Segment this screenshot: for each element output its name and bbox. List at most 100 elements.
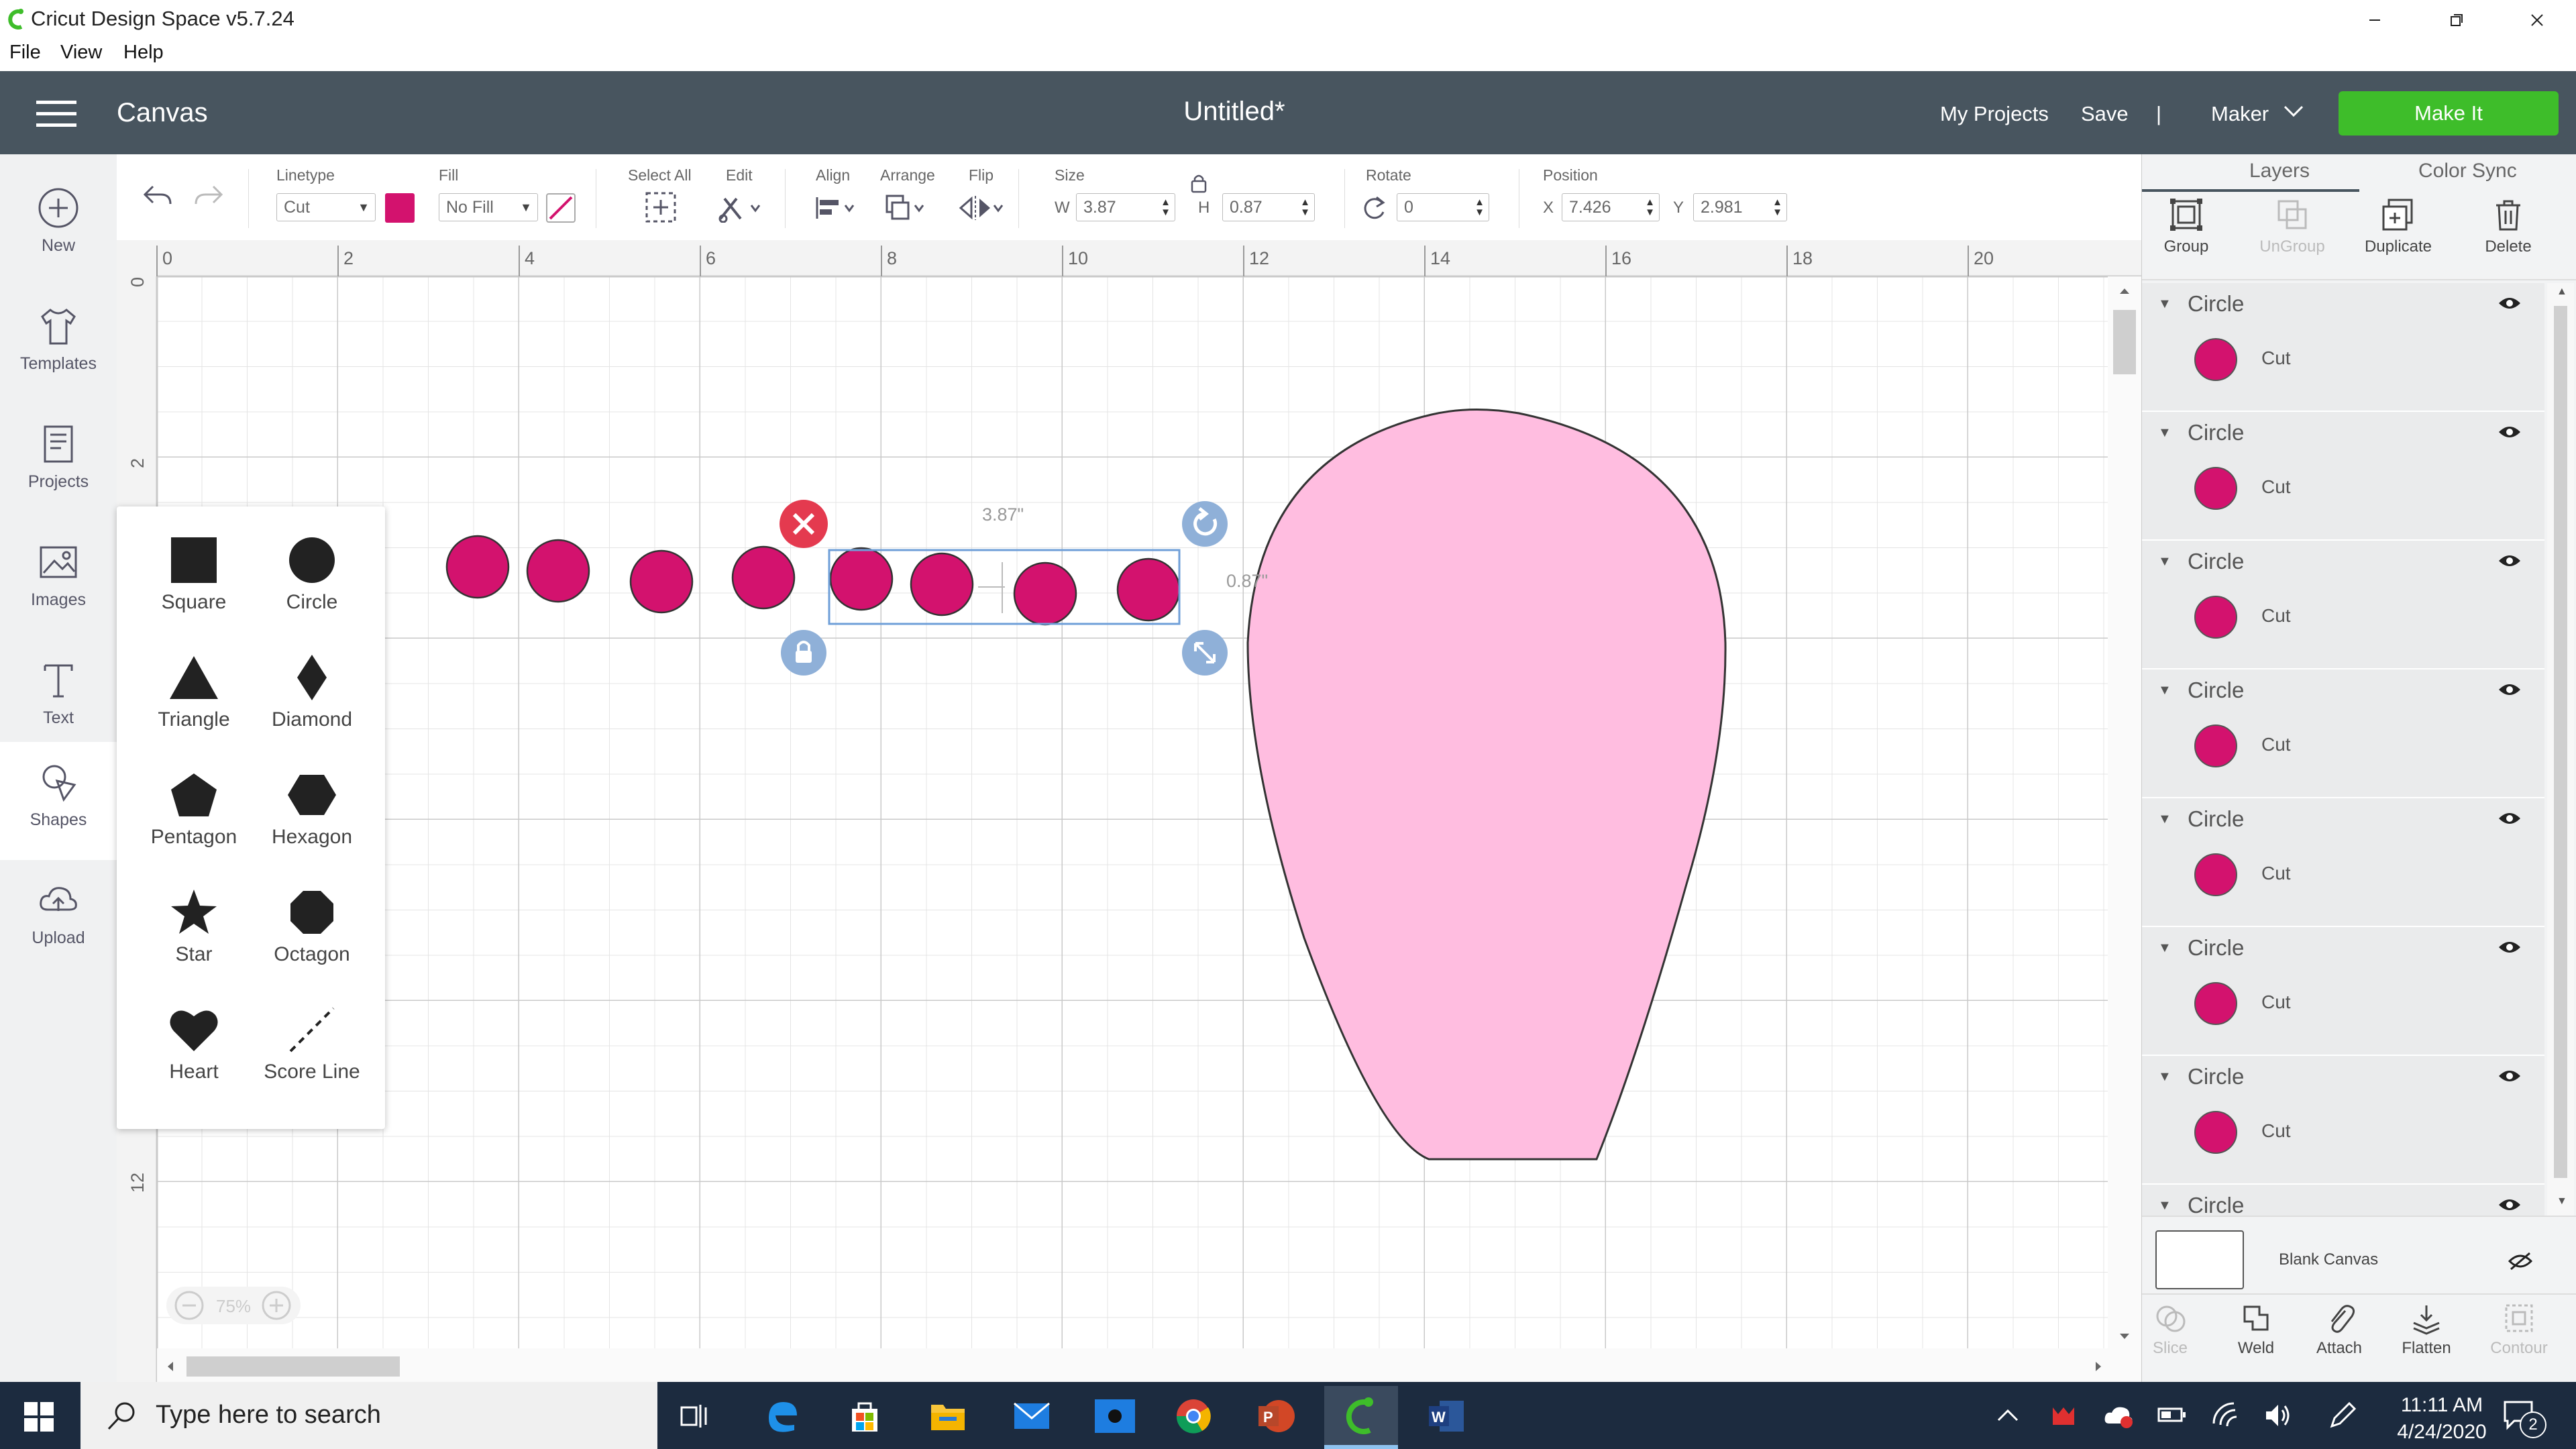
clock-date[interactable]: 4/24/2020: [2375, 1421, 2509, 1444]
size-w-input[interactable]: 3.87 ▲ ▼: [1076, 193, 1175, 221]
linetype-color-swatch[interactable]: [385, 193, 415, 223]
shape-square[interactable]: Square: [137, 533, 251, 647]
volume-icon[interactable]: [2263, 1402, 2293, 1429]
contour-button[interactable]: Contour: [2479, 1301, 2559, 1358]
shape-circle[interactable]: Circle: [255, 533, 369, 647]
pen-icon[interactable]: [2328, 1401, 2357, 1430]
eye-icon[interactable]: [2498, 1068, 2522, 1084]
eye-icon[interactable]: [2498, 1197, 2522, 1213]
layer-item[interactable]: ▼ Circle Cut: [2142, 541, 2544, 669]
menu-view[interactable]: View: [60, 42, 102, 64]
stepper-icon[interactable]: ▲ ▼: [1772, 197, 1782, 217]
file-explorer-icon[interactable]: [930, 1399, 966, 1433]
size-h-input[interactable]: 0.87 ▲ ▼: [1222, 193, 1315, 221]
layer-item[interactable]: ▼ Circle Cut: [2142, 412, 2544, 541]
layer-item[interactable]: ▼ Circle Cut: [2142, 798, 2544, 927]
circle-shape[interactable]: [445, 535, 510, 599]
word-icon[interactable]: W: [1428, 1398, 1465, 1434]
nav-text[interactable]: Text: [0, 640, 117, 758]
make-it-button[interactable]: Make It: [2339, 91, 2559, 136]
pos-x-input[interactable]: 7.426 ▲ ▼: [1562, 193, 1660, 221]
taskbar-search-box[interactable]: Type here to search: [80, 1382, 657, 1449]
eye-icon[interactable]: [2498, 810, 2522, 826]
mail-icon[interactable]: [1013, 1402, 1051, 1430]
stepper-icon[interactable]: ▲ ▼: [1474, 197, 1485, 217]
menu-help[interactable]: Help: [123, 42, 164, 64]
collapse-caret-icon[interactable]: ▼: [2158, 812, 2171, 827]
lock-handle-icon[interactable]: [781, 630, 826, 676]
nav-new[interactable]: New: [0, 168, 117, 286]
layer-item[interactable]: ▼ Circle Cut: [2142, 669, 2544, 798]
shape-heart[interactable]: Heart: [137, 1003, 251, 1117]
eye-icon[interactable]: [2498, 295, 2522, 311]
shape-score-line[interactable]: Score Line: [255, 1003, 369, 1117]
collapse-caret-icon[interactable]: ▼: [2158, 1198, 2171, 1214]
store-icon[interactable]: [847, 1398, 883, 1434]
stepper-icon[interactable]: ▲ ▼: [1300, 197, 1310, 217]
circle-shape[interactable]: [731, 545, 796, 610]
circle-shape[interactable]: [526, 539, 590, 603]
duplicate-button[interactable]: Duplicate: [2358, 196, 2438, 256]
nav-shapes[interactable]: Shapes: [0, 742, 117, 860]
circle-shape[interactable]: [829, 547, 894, 611]
hamburger-menu-icon[interactable]: [36, 101, 76, 127]
layer-color-swatch[interactable]: [2194, 982, 2237, 1025]
minimize-button[interactable]: [2355, 4, 2395, 36]
battery-icon[interactable]: [2157, 1405, 2187, 1425]
undo-icon[interactable]: [141, 181, 174, 211]
save-button[interactable]: Save: [2081, 102, 2129, 126]
layer-color-swatch[interactable]: [2194, 853, 2237, 896]
cricut-taskbar-button[interactable]: [1324, 1386, 1398, 1449]
layer-item[interactable]: ▼ Circle Cut: [2142, 927, 2544, 1056]
layer-color-swatch[interactable]: [2194, 724, 2237, 767]
chrome-icon[interactable]: [1175, 1398, 1212, 1434]
tab-color-sync[interactable]: Color Sync: [2418, 160, 2517, 182]
circle-shape[interactable]: [1013, 561, 1077, 626]
collapse-caret-icon[interactable]: ▼: [2158, 425, 2171, 441]
weld-button[interactable]: Weld: [2216, 1301, 2296, 1358]
eye-hidden-icon[interactable]: [2507, 1252, 2534, 1271]
layer-color-swatch[interactable]: [2194, 338, 2237, 381]
clock-time[interactable]: 11:11 AM: [2375, 1394, 2509, 1417]
layer-item[interactable]: ▼ Circle Cut: [2142, 1056, 2544, 1185]
eye-icon[interactable]: [2498, 939, 2522, 955]
nav-projects[interactable]: Projects: [0, 404, 117, 522]
circle-shape[interactable]: [1116, 557, 1181, 622]
ungroup-button[interactable]: UnGroup: [2252, 196, 2332, 256]
slice-button[interactable]: Slice: [2130, 1301, 2210, 1358]
circle-shape[interactable]: [629, 549, 694, 614]
nav-images[interactable]: Images: [0, 522, 117, 640]
eye-icon[interactable]: [2498, 682, 2522, 698]
tab-layers[interactable]: Layers: [2249, 160, 2310, 182]
collapse-caret-icon[interactable]: ▼: [2158, 1069, 2171, 1085]
collapse-caret-icon[interactable]: ▼: [2158, 554, 2171, 570]
circle-shape[interactable]: [910, 552, 974, 616]
menu-file[interactable]: File: [9, 42, 41, 64]
stepper-icon[interactable]: ▲ ▼: [1645, 197, 1655, 217]
resize-handle-icon[interactable]: [1182, 630, 1228, 676]
restore-button[interactable]: [2436, 4, 2477, 36]
rotate-input[interactable]: 0 ▲ ▼: [1397, 193, 1489, 221]
shape-octagon[interactable]: Octagon: [255, 885, 369, 1000]
shape-hexagon[interactable]: Hexagon: [255, 768, 369, 882]
shape-triangle[interactable]: Triangle: [137, 651, 251, 765]
linetype-select[interactable]: Cut ▼: [276, 193, 376, 221]
edit-tools-icon[interactable]: [716, 192, 763, 223]
vertical-scrollbar[interactable]: [2113, 310, 2136, 374]
attach-button[interactable]: Attach: [2299, 1301, 2379, 1358]
nav-upload[interactable]: Upload: [0, 860, 117, 978]
align-icon[interactable]: [814, 193, 861, 223]
tray-chevron-up-icon[interactable]: [1996, 1407, 2019, 1422]
layer-item[interactable]: ▼ Circle Cut: [2142, 283, 2544, 412]
shape-star[interactable]: Star: [137, 885, 251, 1000]
powerpoint-icon[interactable]: P: [1257, 1398, 1295, 1434]
flatten-button[interactable]: Flatten: [2386, 1301, 2467, 1358]
no-fill-swatch-icon[interactable]: [546, 193, 576, 223]
task-view-icon[interactable]: [679, 1401, 708, 1430]
nav-templates[interactable]: Templates: [0, 286, 117, 404]
layer-color-swatch[interactable]: [2194, 596, 2237, 639]
collapse-caret-icon[interactable]: ▼: [2158, 683, 2171, 698]
shape-pentagon[interactable]: Pentagon: [137, 768, 251, 882]
group-button[interactable]: Group: [2146, 196, 2226, 256]
project-name[interactable]: Untitled*: [1013, 97, 1456, 127]
